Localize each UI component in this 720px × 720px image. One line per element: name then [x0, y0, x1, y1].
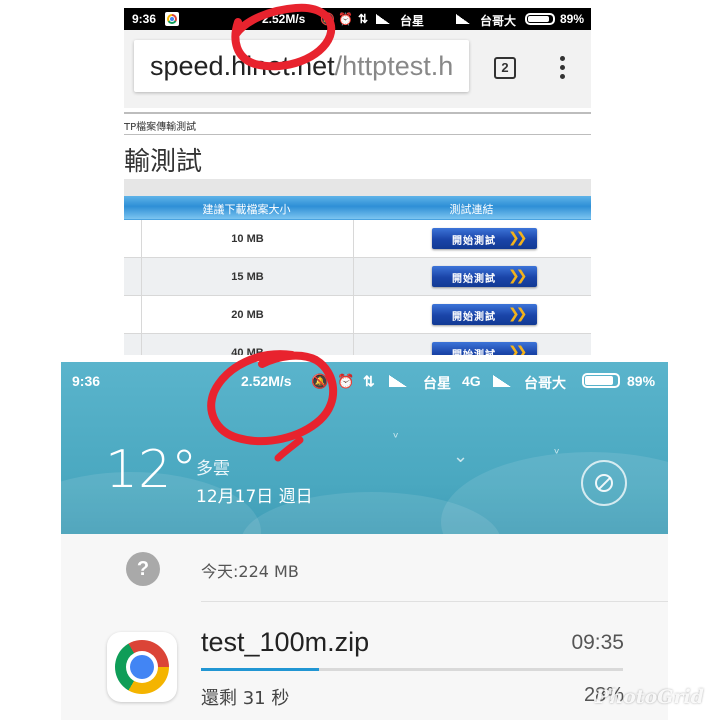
status-speed: 2.52M/s — [262, 12, 306, 26]
alarm-icon: ⏰ — [338, 12, 353, 26]
url-domain: speed.hinet.net — [150, 51, 335, 81]
start-test-button[interactable]: 開始測試❯❯ — [432, 228, 537, 249]
table-row: 20 MB 開始測試 ❯❯ — [141, 296, 591, 334]
start-test-button[interactable]: 開始測試❯❯ — [432, 304, 537, 325]
row-size: 10 MB — [231, 233, 264, 245]
url-path: /httptest.h — [334, 51, 454, 81]
divider — [124, 134, 591, 135]
table-header: 建議下載檔案大小 測試連結 — [124, 196, 591, 220]
bell-off-icon: 🔕 — [320, 12, 335, 26]
signal-icon-2 — [493, 375, 511, 387]
bell-off-icon: 🔕 — [311, 373, 329, 389]
clear-notifications-button[interactable] — [581, 460, 627, 506]
photogrid-watermark: PhotoGrid — [595, 686, 704, 708]
table-row — [124, 220, 141, 258]
chrome-app-icon — [107, 632, 177, 702]
section-band — [124, 179, 591, 196]
battery-icon — [582, 373, 620, 388]
battery-icon — [525, 13, 555, 25]
date-label: 12月17日 週日 — [196, 487, 313, 507]
column-header-size: 建議下載檔案大小 — [202, 203, 291, 216]
bird-icon: ᵛ — [393, 430, 399, 446]
status-network: 4G — [462, 373, 481, 389]
address-bar[interactable]: speed.hinet.net/httptest.h — [134, 40, 469, 92]
row-size: 40 MB — [231, 347, 264, 355]
double-chevron-icon: ❯❯ — [508, 344, 528, 355]
status-bar: 9:36 2.52M/s 🔕 ⏰ ⇅ 台星 4G 台哥大 89% — [61, 362, 668, 398]
browser-toolbar: speed.hinet.net/httptest.h 2 — [124, 30, 591, 108]
data-transfer-icon: ⇅ — [358, 12, 369, 26]
bird-icon: ⌄ — [453, 446, 469, 467]
table-row — [124, 296, 141, 334]
tab-switcher-button[interactable]: 2 — [494, 57, 516, 79]
double-chevron-icon: ❯❯ — [508, 306, 528, 322]
download-progress-bar — [201, 668, 623, 671]
row-size: 20 MB — [231, 309, 264, 321]
help-icon: ? — [126, 552, 160, 586]
alarm-icon: ⏰ — [337, 373, 355, 389]
page-title: 輸測試 — [124, 147, 203, 177]
data-transfer-icon: ⇅ — [363, 373, 375, 389]
data-usage-label[interactable]: 今天:224 MB — [201, 558, 299, 582]
status-battery: 89% — [560, 12, 585, 26]
signal-icon — [376, 14, 390, 24]
status-time: 9:36 — [72, 373, 101, 389]
download-time: 09:35 — [571, 631, 624, 654]
table-row: 15 MB 開始測試 ❯❯ — [141, 258, 591, 296]
temperature: 12° — [105, 440, 198, 500]
overflow-menu-icon[interactable] — [552, 54, 572, 84]
divider — [124, 112, 591, 114]
status-bar: 9:36 2.52M/s 🔕 ⏰ ⇅ 台星 台哥大 89% — [124, 8, 591, 30]
chrome-icon — [115, 640, 169, 694]
double-chevron-icon: ❯❯ — [508, 230, 528, 246]
status-battery: 89% — [627, 373, 656, 389]
table-row: 40 MB 開始測試❯❯ — [141, 334, 591, 355]
download-filename[interactable]: test_100m.zip — [201, 627, 369, 658]
table-row — [124, 334, 141, 355]
status-time: 9:36 — [132, 12, 157, 26]
status-carrier-1: 台星 — [400, 14, 425, 28]
status-carrier-1: 台星 — [423, 375, 451, 391]
row-size: 15 MB — [231, 271, 264, 283]
notification-list: ? 今天:224 MB test_100m.zip 09:35 還剩 31 秒 … — [61, 534, 668, 720]
start-test-button[interactable]: 開始測試❯❯ — [432, 342, 537, 355]
status-speed: 2.52M/s — [241, 373, 292, 389]
start-test-button[interactable]: 開始測試❯❯ — [432, 266, 537, 287]
table-row — [124, 258, 141, 296]
double-chevron-icon: ❯❯ — [508, 268, 528, 284]
browser-screenshot: 9:36 2.52M/s 🔕 ⏰ ⇅ 台星 台哥大 89% speed.hine… — [124, 8, 591, 355]
bird-icon: ᵛ — [554, 446, 560, 462]
status-carrier-2: 台哥大 — [524, 375, 566, 391]
divider — [201, 601, 668, 602]
weather-condition: 多雲 — [196, 459, 230, 479]
signal-icon-2 — [456, 14, 470, 24]
download-progress-fill — [201, 668, 320, 671]
weather-header: ᵛ ⌄ ᵛ 9:36 2.52M/s 🔕 ⏰ ⇅ 台星 4G 台哥大 89% 1… — [61, 362, 668, 592]
time-remaining: 還剩 31 秒 — [201, 688, 290, 709]
breadcrumb: TP檔案傳輸測試 — [124, 122, 197, 133]
notification-shade-screenshot: ᵛ ⌄ ᵛ 9:36 2.52M/s 🔕 ⏰ ⇅ 台星 4G 台哥大 89% 1… — [61, 362, 668, 720]
status-carrier-2: 台哥大 — [480, 14, 517, 28]
signal-icon — [389, 375, 407, 387]
chrome-notification-icon — [165, 12, 179, 26]
column-header-link: 測試連結 — [449, 203, 494, 216]
table-row: 10 MB 開始測試 ❯❯ — [141, 220, 591, 258]
